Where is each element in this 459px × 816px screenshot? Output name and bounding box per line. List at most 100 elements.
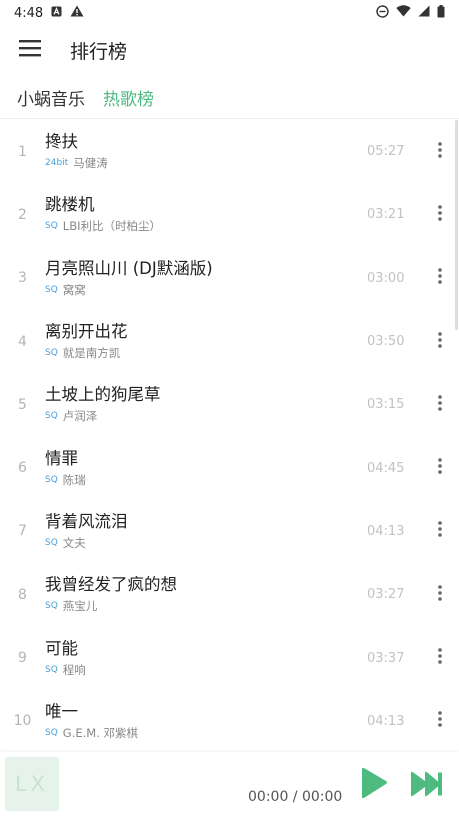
more-button[interactable]: [421, 132, 459, 172]
quality-badge: SQ: [45, 474, 58, 485]
song-title: 搀扶: [45, 132, 78, 152]
do-not-disturb-icon: [376, 4, 389, 22]
quality-badge: SQ: [45, 221, 58, 232]
notification-a-icon: [51, 6, 62, 21]
song-duration: 03:50: [367, 334, 405, 350]
rank-number: 7: [18, 523, 27, 540]
more-button[interactable]: [421, 575, 459, 615]
more-vertical-icon: [438, 584, 442, 605]
song-title: 可能: [45, 638, 78, 658]
quality-badge: SQ: [45, 284, 58, 295]
artist-name: 文夫: [62, 535, 86, 550]
list-item[interactable]: 8 我曾经发了疯的想 SQ 燕宝儿 03:27: [0, 563, 459, 626]
scrollbar[interactable]: [455, 120, 458, 330]
rank-number: 1: [18, 143, 27, 160]
status-bar: 4:48: [0, 0, 459, 26]
more-vertical-icon: [438, 141, 442, 162]
artist-name: 陈瑞: [62, 472, 86, 487]
song-title: 月亮照山川 (DJ默涵版): [45, 258, 213, 278]
divider: [0, 118, 459, 119]
rank-number: 5: [18, 396, 27, 413]
song-title: 背着风流泪: [45, 511, 128, 531]
more-vertical-icon: [438, 268, 442, 288]
more-button[interactable]: [421, 258, 459, 298]
more-vertical-icon: [438, 648, 442, 668]
quality-badge: SQ: [45, 537, 58, 548]
mini-player: LX 00:00 / 00:00: [0, 752, 459, 816]
quality-badge: SQ: [45, 348, 58, 359]
tab-hot-songs[interactable]: 热歌榜: [103, 85, 154, 110]
song-duration: 03:37: [367, 650, 405, 666]
artist-name: 就是南方凯: [62, 346, 121, 361]
song-duration: 04:45: [367, 460, 405, 476]
play-icon: [356, 767, 390, 804]
more-vertical-icon: [438, 711, 442, 731]
list-item[interactable]: 7 背着风流泪 SQ 文夫 04:13: [0, 500, 459, 563]
song-list: 1 搀扶 24bit 马健涛 05:27 2 跳楼机 SQ LBI利比（时柏尘） 0…: [0, 120, 459, 753]
song-title: 土坡上的狗尾草: [45, 385, 161, 405]
tab-source[interactable]: 小蜗音乐: [17, 85, 85, 110]
rank-number: 6: [18, 460, 27, 477]
list-item[interactable]: 10 唯一 SQ G.E.M. 邓紫棋 04:13: [0, 690, 459, 753]
rank-number: 10: [13, 713, 32, 730]
warning-icon: [70, 5, 84, 21]
quality-badge: SQ: [45, 411, 58, 422]
quality-badge: SQ: [45, 664, 58, 675]
song-duration: 03:21: [367, 207, 405, 223]
artist-name: G.E.M. 邓紫棋: [62, 725, 139, 740]
hamburger-menu-icon: [19, 39, 41, 61]
list-item[interactable]: 9 可能 SQ 程响 03:37: [0, 626, 459, 689]
rank-number: 9: [18, 650, 27, 667]
play-button[interactable]: [356, 766, 390, 800]
board-tabs: 小蜗音乐 热歌榜: [0, 78, 459, 116]
more-vertical-icon: [438, 205, 442, 225]
song-title: 情罪: [45, 448, 78, 468]
list-item[interactable]: 6 情罪 SQ 陈瑞 04:45: [0, 436, 459, 499]
more-button[interactable]: [421, 322, 459, 362]
song-duration: 04:13: [367, 713, 405, 729]
song-title: 我曾经发了疯的想: [45, 575, 177, 595]
rank-number: 3: [18, 270, 27, 287]
song-title: 跳楼机: [45, 195, 95, 215]
artist-name: 窝窝: [62, 282, 86, 297]
list-item[interactable]: 4 离别开出花 SQ 就是南方凯 03:50: [0, 310, 459, 373]
more-vertical-icon: [438, 395, 442, 415]
more-vertical-icon: [438, 521, 442, 541]
rank-number: 8: [18, 586, 27, 603]
song-duration: 03:15: [367, 397, 405, 413]
quality-badge: SQ: [45, 727, 58, 738]
battery-icon: [437, 4, 445, 22]
artist-name: LBI利比（时柏尘）: [62, 219, 161, 234]
rank-number: 4: [18, 333, 27, 350]
more-button[interactable]: [421, 701, 459, 741]
song-duration: 04:13: [367, 523, 405, 539]
playback-time: 00:00 / 00:00: [248, 789, 343, 805]
song-duration: 03:00: [367, 270, 405, 286]
skip-next-icon: [409, 771, 445, 802]
song-duration: 05:27: [367, 144, 405, 160]
song-title: 离别开出花: [45, 322, 128, 342]
more-vertical-icon: [438, 458, 442, 478]
artist-name: 燕宝儿: [62, 599, 98, 614]
next-button[interactable]: [409, 770, 445, 798]
more-button[interactable]: [421, 511, 459, 551]
app-bar: 排行榜: [0, 26, 459, 74]
artist-name: 程响: [62, 662, 86, 677]
menu-button[interactable]: [0, 26, 60, 74]
list-item[interactable]: 3 月亮照山川 (DJ默涵版) SQ 窝窝 03:00: [0, 247, 459, 310]
quality-badge: 24bit: [45, 158, 69, 169]
wifi-icon: [396, 5, 411, 21]
more-button[interactable]: [421, 385, 459, 425]
quality-badge: SQ: [45, 601, 58, 612]
more-button[interactable]: [421, 195, 459, 235]
more-button[interactable]: [421, 638, 459, 678]
cellular-signal-icon: [418, 5, 430, 21]
more-vertical-icon: [438, 331, 442, 352]
list-item[interactable]: 5 土坡上的狗尾草 SQ 卢润泽 03:15: [0, 373, 459, 436]
more-button[interactable]: [421, 448, 459, 488]
song-duration: 03:27: [367, 587, 405, 603]
list-item[interactable]: 1 搀扶 24bit 马健涛 05:27: [0, 120, 459, 183]
song-title: 唯一: [45, 701, 78, 721]
album-cover[interactable]: LX: [5, 757, 59, 811]
list-item[interactable]: 2 跳楼机 SQ LBI利比（时柏尘） 03:21: [0, 183, 459, 246]
